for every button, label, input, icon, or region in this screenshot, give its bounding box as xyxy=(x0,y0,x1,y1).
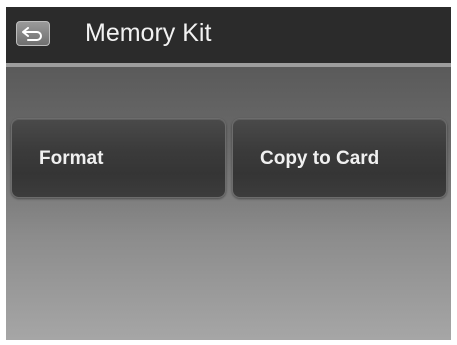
title-divider xyxy=(6,63,451,67)
back-button[interactable] xyxy=(16,21,50,46)
return-arrow-icon xyxy=(22,26,44,41)
title-bar: Memory Kit xyxy=(6,7,451,63)
page-title: Memory Kit xyxy=(85,19,212,47)
camera-screen: Memory Kit Format Copy to Card xyxy=(6,7,451,340)
copy-to-card-button[interactable]: Copy to Card xyxy=(232,118,447,198)
format-button-label: Format xyxy=(39,148,104,169)
format-button[interactable]: Format xyxy=(11,118,226,198)
copy-to-card-button-label: Copy to Card xyxy=(260,148,380,169)
